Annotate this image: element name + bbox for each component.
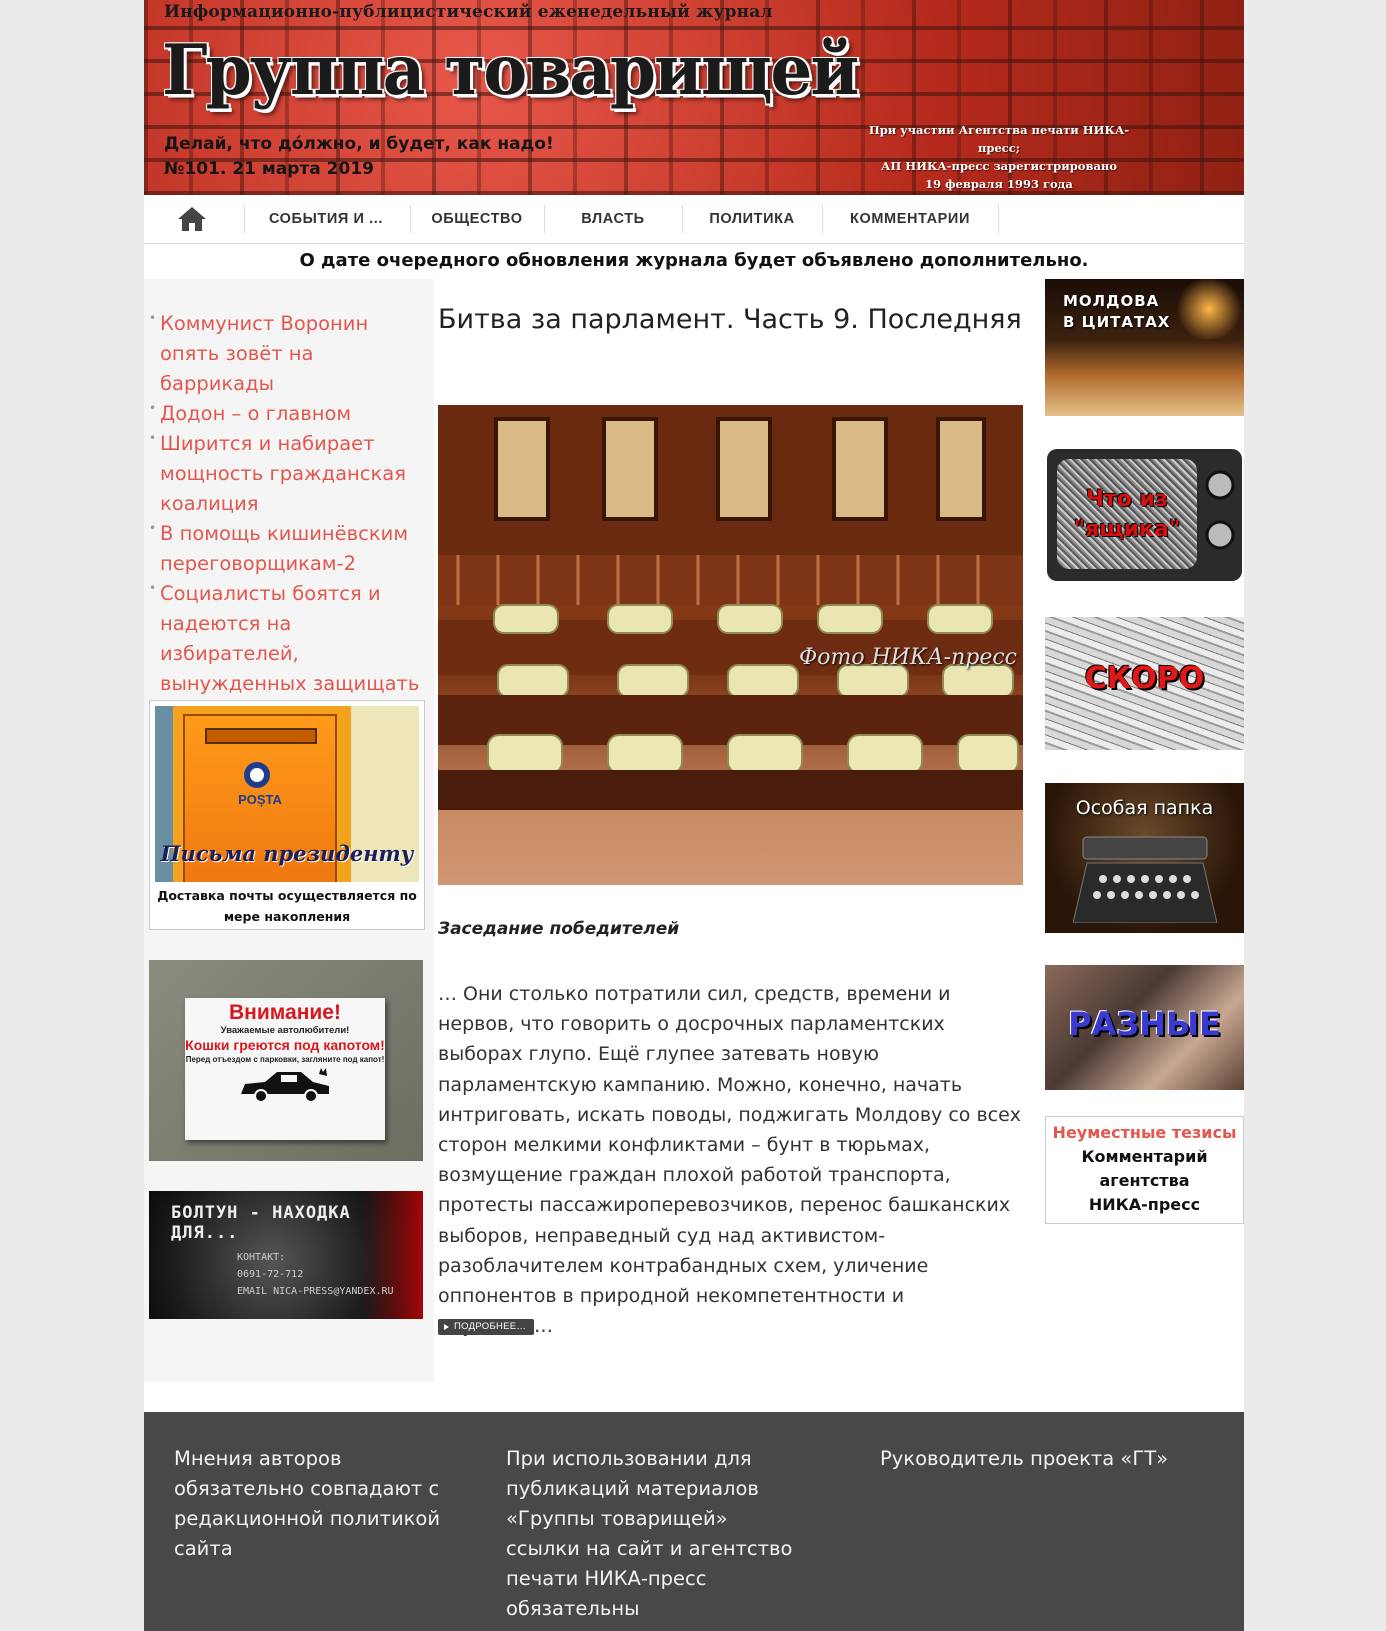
warning-advice: Перед отъездом с парковки, загляните под…: [185, 1055, 385, 1064]
nav-item-society[interactable]: ОБЩЕСТВО: [422, 205, 532, 233]
lamp-glow: [1174, 279, 1244, 339]
photo-credit: Фото НИКА-пресс: [798, 645, 1017, 670]
miscellaneous-banner[interactable]: РАЗНЫЕ: [1045, 965, 1244, 1090]
special-folder-banner[interactable]: Особая папка: [1045, 783, 1244, 933]
letters-caption: Доставка почты осуществляется по мере на…: [157, 888, 417, 924]
article-subhead: Заседание победителей: [438, 919, 680, 939]
page: Информационно-публицистический еженедель…: [144, 0, 1244, 1631]
news-link[interactable]: В помощь кишинёвским переговорщикам-2: [149, 513, 425, 579]
letters-to-president-widget[interactable]: POȘTA Письма президенту Доставка почты о…: [149, 700, 425, 930]
agency-note: При участии Агентства печати НИКА-пресс;…: [849, 121, 1149, 193]
contact-email: EMAIL NICA-PRESS@YANDEX.RU: [237, 1286, 394, 1297]
cats-warning-banner[interactable]: Внимание! Уважаемые автолюбители! Кошки …: [149, 960, 423, 1161]
mailbox-image: POȘTA Письма президенту: [155, 706, 419, 882]
contact-label: КОНТАКТ:: [237, 1252, 286, 1263]
moldova-quotes-label: МОЛДОВА В ЦИТАТАХ: [1063, 292, 1171, 331]
tv-box-banner[interactable]: Что из "ящика": [1045, 447, 1244, 587]
contact-phone-banner[interactable]: БОЛТУН - НАХОДКА ДЛЯ... КОНТАКТ: 0691-72…: [149, 1191, 423, 1319]
warning-message: Кошки греются под капотом!: [185, 1037, 385, 1053]
miscellaneous-label: РАЗНЫЕ: [1068, 1005, 1221, 1043]
nav-item-events[interactable]: СОБЫТИЯ И ...: [256, 205, 396, 233]
header-motto: Делай, что до́лжно, и будет, как надо!: [164, 134, 554, 154]
nav-item-power[interactable]: ВЛАСТЬ: [556, 205, 670, 233]
warning-title: Внимание!: [229, 1001, 341, 1024]
warning-greeting: Уважаемые автолюбители!: [220, 1025, 350, 1036]
site-footer: Мнения авторов обязательно совпадают с р…: [144, 1412, 1244, 1631]
left-sidebar: Коммунист Воронин опять зовёт на баррика…: [144, 279, 434, 1382]
theses-text: Комментарий агентства НИКА-пресс: [1081, 1147, 1208, 1214]
nav-item-comments[interactable]: КОММЕНТАРИИ: [834, 205, 986, 233]
site-header: Информационно-публицистический еженедель…: [144, 0, 1244, 195]
warning-card: Внимание! Уважаемые автолюбители! Кошки …: [185, 998, 385, 1140]
car-with-cat-icon: [241, 1068, 329, 1103]
coming-soon-label: СКОРО: [1084, 661, 1205, 696]
issue-number: №101. 21 марта 2019: [164, 159, 374, 179]
nav-divider: [244, 205, 245, 233]
tv-box-label: Что из "ящика": [1073, 487, 1181, 542]
parliament-photo: Фото НИКА-пресс: [438, 405, 1023, 885]
footer-copyright-note: При использовании для публикаций материа…: [506, 1447, 793, 1620]
agency-note-line: 19 февраля 1993 года: [925, 177, 1073, 191]
theses-widget[interactable]: Неуместные тезисы Комментарий агентства …: [1045, 1116, 1244, 1224]
home-icon[interactable]: [172, 203, 212, 235]
update-notice: О дате очередного обновления журнала буд…: [299, 250, 1089, 271]
mailbox-brand: POȘTA: [238, 792, 282, 807]
special-folder-label: Особая папка: [1075, 797, 1214, 819]
article-title[interactable]: Битва за парламент. Часть 9. Последняя: [438, 299, 1023, 341]
main-nav: СОБЫТИЯ И ... ОБЩЕСТВО ВЛАСТЬ ПОЛИТИКА К…: [144, 195, 1244, 244]
news-link[interactable]: Додон – о главном: [149, 393, 425, 429]
site-logo[interactable]: Группа товарищей: [162, 28, 859, 112]
news-link[interactable]: Ширится и набирает мощность гражданская …: [149, 423, 425, 519]
news-link[interactable]: Коммунист Воронин опять зовёт на баррика…: [149, 303, 425, 399]
nav-divider: [822, 205, 823, 233]
typewriter-icon: [1073, 836, 1217, 923]
agency-note-line: При участии Агентства печати НИКА-пресс;: [868, 123, 1130, 155]
nav-divider: [544, 205, 545, 233]
contact-phone: 0691-72-712: [237, 1269, 304, 1280]
nav-divider: [410, 205, 411, 233]
posta-logo-icon: [244, 762, 270, 788]
nav-divider: [998, 205, 999, 233]
theses-title: Неуместные тезисы: [1052, 1123, 1237, 1142]
moldova-quotes-banner[interactable]: МОЛДОВА В ЦИТАТАХ: [1045, 279, 1244, 416]
coming-soon-banner[interactable]: СКОРО: [1045, 617, 1244, 750]
footer-project-lead[interactable]: Руководитель проекта «ГТ»: [880, 1444, 1210, 1474]
tv-knobs-icon: [1205, 470, 1235, 550]
agency-note-line: АП НИКА-пресс зарегистрировано: [880, 159, 1117, 173]
news-list: Коммунист Воронин опять зовёт на баррика…: [149, 303, 425, 729]
mail-slot: [205, 728, 317, 744]
nav-divider: [682, 205, 683, 233]
phone-banner-title: БОЛТУН - НАХОДКА ДЛЯ...: [171, 1203, 351, 1243]
nav-item-politics[interactable]: ПОЛИТИКА: [694, 205, 810, 233]
read-more-button[interactable]: ПОДРОБНЕЕ…: [438, 1319, 535, 1335]
letters-title: Письма президенту: [160, 841, 414, 866]
footer-disclaimer: Мнения авторов обязательно совпадают с р…: [174, 1447, 440, 1560]
phone-banner-contacts: КОНТАКТ: 0691-72-712 EMAIL NICA-PRESS@YA…: [237, 1249, 394, 1300]
header-tagline: Информационно-публицистический еженедель…: [164, 2, 773, 22]
article-lead: … Они столько потратили сил, средств, вр…: [438, 983, 1022, 1337]
